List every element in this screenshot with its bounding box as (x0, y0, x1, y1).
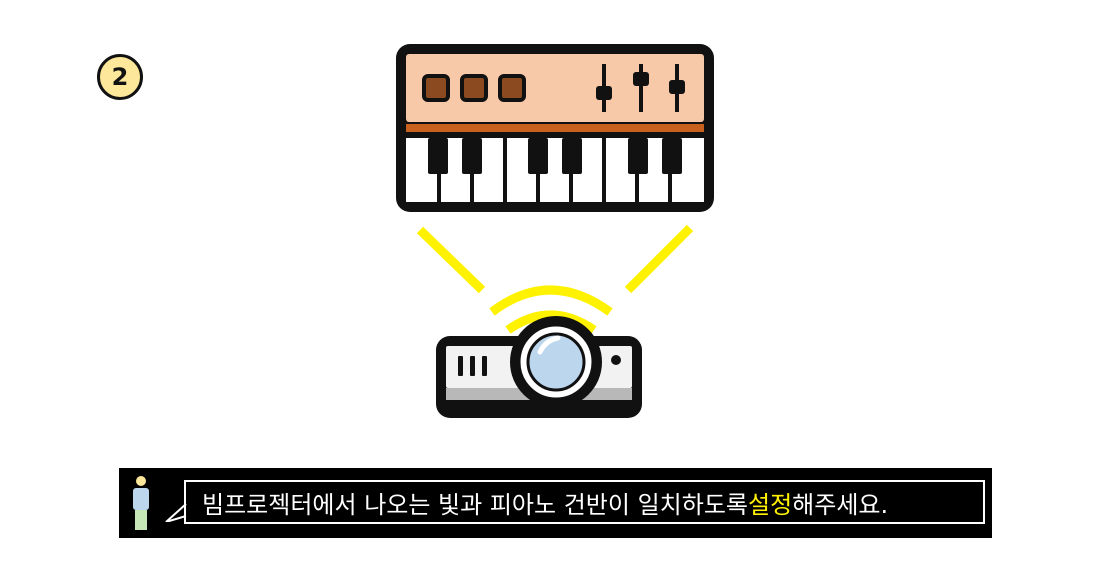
caption-highlight: 설정 (747, 490, 793, 519)
projector-icon (436, 316, 642, 418)
person-icon (133, 476, 149, 530)
step-number-badge: 2 (97, 54, 143, 100)
caption-bubble: 빔프로젝터에서 나오는 빛과 피아노 건반이 일치하도록 설정 해주세요. (184, 480, 985, 524)
caption-text-end: 해주세요. (792, 490, 889, 519)
light-beams (416, 224, 694, 334)
synthesizer-keyboard-icon (396, 44, 714, 212)
caption-text: 빔프로젝터에서 나오는 빛과 피아노 건반이 일치하도록 (202, 490, 748, 519)
caption-bar: 빔프로젝터에서 나오는 빛과 피아노 건반이 일치하도록 설정 해주세요. (119, 468, 992, 538)
